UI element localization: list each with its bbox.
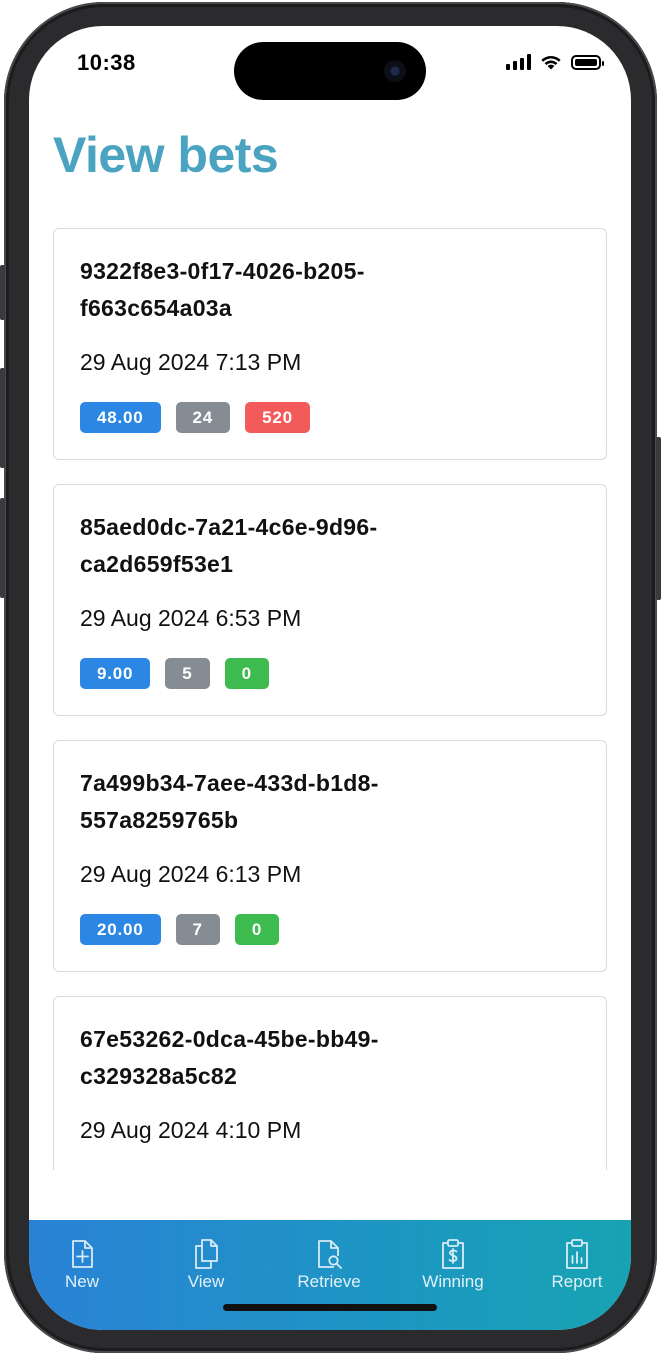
- home-indicator[interactable]: [223, 1304, 437, 1311]
- status-time: 10:38: [77, 50, 136, 75]
- bottom-tab-bar: New View Retrieve Winning Report: [29, 1220, 631, 1330]
- file-plus-icon: [72, 1240, 93, 1268]
- dollar-clipboard-icon: [442, 1239, 464, 1269]
- bet-id-line: 67e53262-0dca-45be-bb49-: [80, 1026, 379, 1052]
- amount-badge: 48.00: [80, 402, 161, 433]
- status-icons: [506, 54, 604, 70]
- file-search-icon: [318, 1240, 342, 1269]
- volume-down-button: [0, 498, 5, 598]
- tab-label: Report: [551, 1272, 603, 1291]
- power-button: [656, 437, 661, 600]
- bet-date: 29 Aug 2024 6:13 PM: [80, 861, 302, 887]
- bet-id: 7a499b34-7aee-433d-b1d8- 557a8259765b: [80, 765, 560, 839]
- bet-id-line: 7a499b34-7aee-433d-b1d8-: [80, 770, 379, 796]
- bet-date: 29 Aug 2024 4:10 PM: [80, 1117, 302, 1143]
- count-badge: 7: [175, 914, 220, 945]
- count-badge: 24: [175, 402, 231, 433]
- bet-card[interactable]: 67e53262-0dca-45be-bb49- c329328a5c82 29…: [53, 996, 607, 1170]
- copy-files-icon: [195, 1239, 218, 1269]
- dynamic-island: [234, 42, 426, 100]
- bet-id-line: f663c654a03a: [80, 295, 232, 321]
- bet-list[interactable]: 9322f8e3-0f17-4026-b205- f663c654a03a 29…: [53, 228, 607, 1170]
- bet-badges: 20.00 7 0: [80, 914, 280, 945]
- camera-icon: [384, 60, 406, 82]
- battery-icon: [571, 54, 604, 70]
- tab-report[interactable]: Report: [522, 1238, 631, 1292]
- bet-date: 29 Aug 2024 7:13 PM: [80, 349, 302, 375]
- page-title: View bets: [53, 127, 279, 183]
- report-clipboard-icon: [566, 1239, 588, 1269]
- bet-id-line: ca2d659f53e1: [80, 551, 234, 577]
- cellular-signal-icon: [506, 54, 531, 70]
- bet-id: 85aed0dc-7a21-4c6e-9d96- ca2d659f53e1: [80, 509, 560, 583]
- tab-label: View: [187, 1272, 225, 1291]
- wifi-icon: [541, 55, 561, 70]
- app-screen: 10:38 View bets 9322f8e3-0f17-4026-b205-…: [29, 26, 631, 1330]
- tab-label: New: [64, 1272, 99, 1291]
- result-badge: 0: [224, 658, 269, 689]
- amount-badge: 20.00: [80, 914, 161, 945]
- bet-card[interactable]: 85aed0dc-7a21-4c6e-9d96- ca2d659f53e1 29…: [53, 484, 607, 716]
- bet-id: 9322f8e3-0f17-4026-b205- f663c654a03a: [80, 253, 560, 327]
- bet-card[interactable]: 9322f8e3-0f17-4026-b205- f663c654a03a 29…: [53, 228, 607, 460]
- count-badge: 5: [165, 658, 210, 689]
- tab-new[interactable]: New: [29, 1238, 137, 1292]
- tab-winning[interactable]: Winning: [398, 1238, 508, 1292]
- bet-badges: 9.00 5 0: [80, 658, 269, 689]
- amount-badge: 9.00: [80, 658, 151, 689]
- bet-id: 67e53262-0dca-45be-bb49- c329328a5c82: [80, 1021, 560, 1095]
- bet-badges: 48.00 24 520: [80, 402, 310, 433]
- bet-id-line: 85aed0dc-7a21-4c6e-9d96-: [80, 514, 378, 540]
- bet-date: 29 Aug 2024 6:53 PM: [80, 605, 302, 631]
- bet-id-line: c329328a5c82: [80, 1063, 238, 1089]
- volume-up-button: [0, 368, 5, 468]
- tab-label: Retrieve: [297, 1272, 361, 1291]
- tab-retrieve[interactable]: Retrieve: [274, 1238, 384, 1292]
- tab-label: Winning: [422, 1272, 484, 1291]
- bet-id-line: 557a8259765b: [80, 807, 239, 833]
- result-badge: 0: [234, 914, 280, 945]
- result-badge: 520: [245, 402, 310, 433]
- action-button: [0, 265, 5, 320]
- tab-view[interactable]: View: [151, 1238, 261, 1292]
- bet-card[interactable]: 7a499b34-7aee-433d-b1d8- 557a8259765b 29…: [53, 740, 607, 972]
- bet-id-line: 9322f8e3-0f17-4026-b205-: [80, 258, 365, 284]
